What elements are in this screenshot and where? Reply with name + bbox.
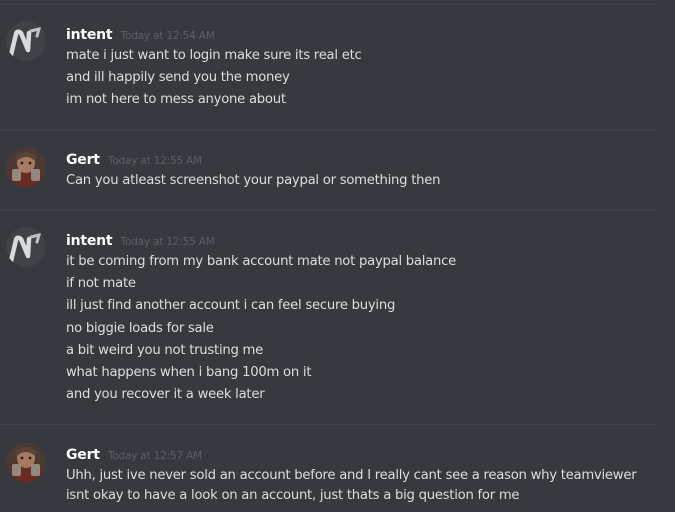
message-divider — [0, 424, 657, 425]
message-text: if not mate — [66, 276, 136, 292]
message-text: Uhh, just ive never sold an account befo… — [66, 468, 637, 483]
message-divider — [0, 130, 657, 131]
message-text: no biggie loads for sale — [66, 320, 214, 336]
message-text: ill just find another account i can feel… — [66, 298, 396, 314]
message-text: mate i just want to login make sure its … — [66, 48, 362, 63]
avatar[interactable] — [6, 442, 46, 482]
message-text: it be coming from my bank account mate n… — [66, 254, 456, 269]
intent-logo-icon — [6, 21, 46, 61]
gert-character-icon — [6, 147, 46, 187]
message-text: a bit weird you not trusting me — [66, 342, 263, 358]
message-text: im not here to mess anyone about — [66, 92, 286, 108]
message-text: isnt okay to have a look on an account, … — [66, 487, 520, 503]
timestamp: Today at 12:55 AM — [120, 236, 215, 248]
username[interactable]: intent — [66, 233, 113, 249]
message-text: Can you atleast screenshot your paypal o… — [66, 173, 441, 188]
avatar[interactable] — [6, 147, 46, 187]
message-divider — [0, 4, 657, 5]
gert-character-icon — [6, 442, 46, 482]
username[interactable]: Gert — [66, 447, 100, 463]
message-divider — [0, 210, 657, 211]
message-text: and ill happily send you the money — [66, 70, 290, 86]
avatar[interactable] — [6, 227, 46, 267]
username[interactable]: intent — [66, 27, 113, 43]
intent-logo-icon — [6, 227, 46, 267]
message-text: what happens when i bang 100m on it — [66, 364, 312, 380]
timestamp: Today at 12:54 AM — [120, 30, 215, 42]
timestamp: Today at 12:57 AM — [107, 450, 202, 462]
timestamp: Today at 12:55 AM — [107, 155, 202, 167]
username[interactable]: Gert — [66, 152, 100, 168]
message-text: and you recover it a week later — [66, 387, 265, 403]
avatar[interactable] — [6, 21, 46, 61]
